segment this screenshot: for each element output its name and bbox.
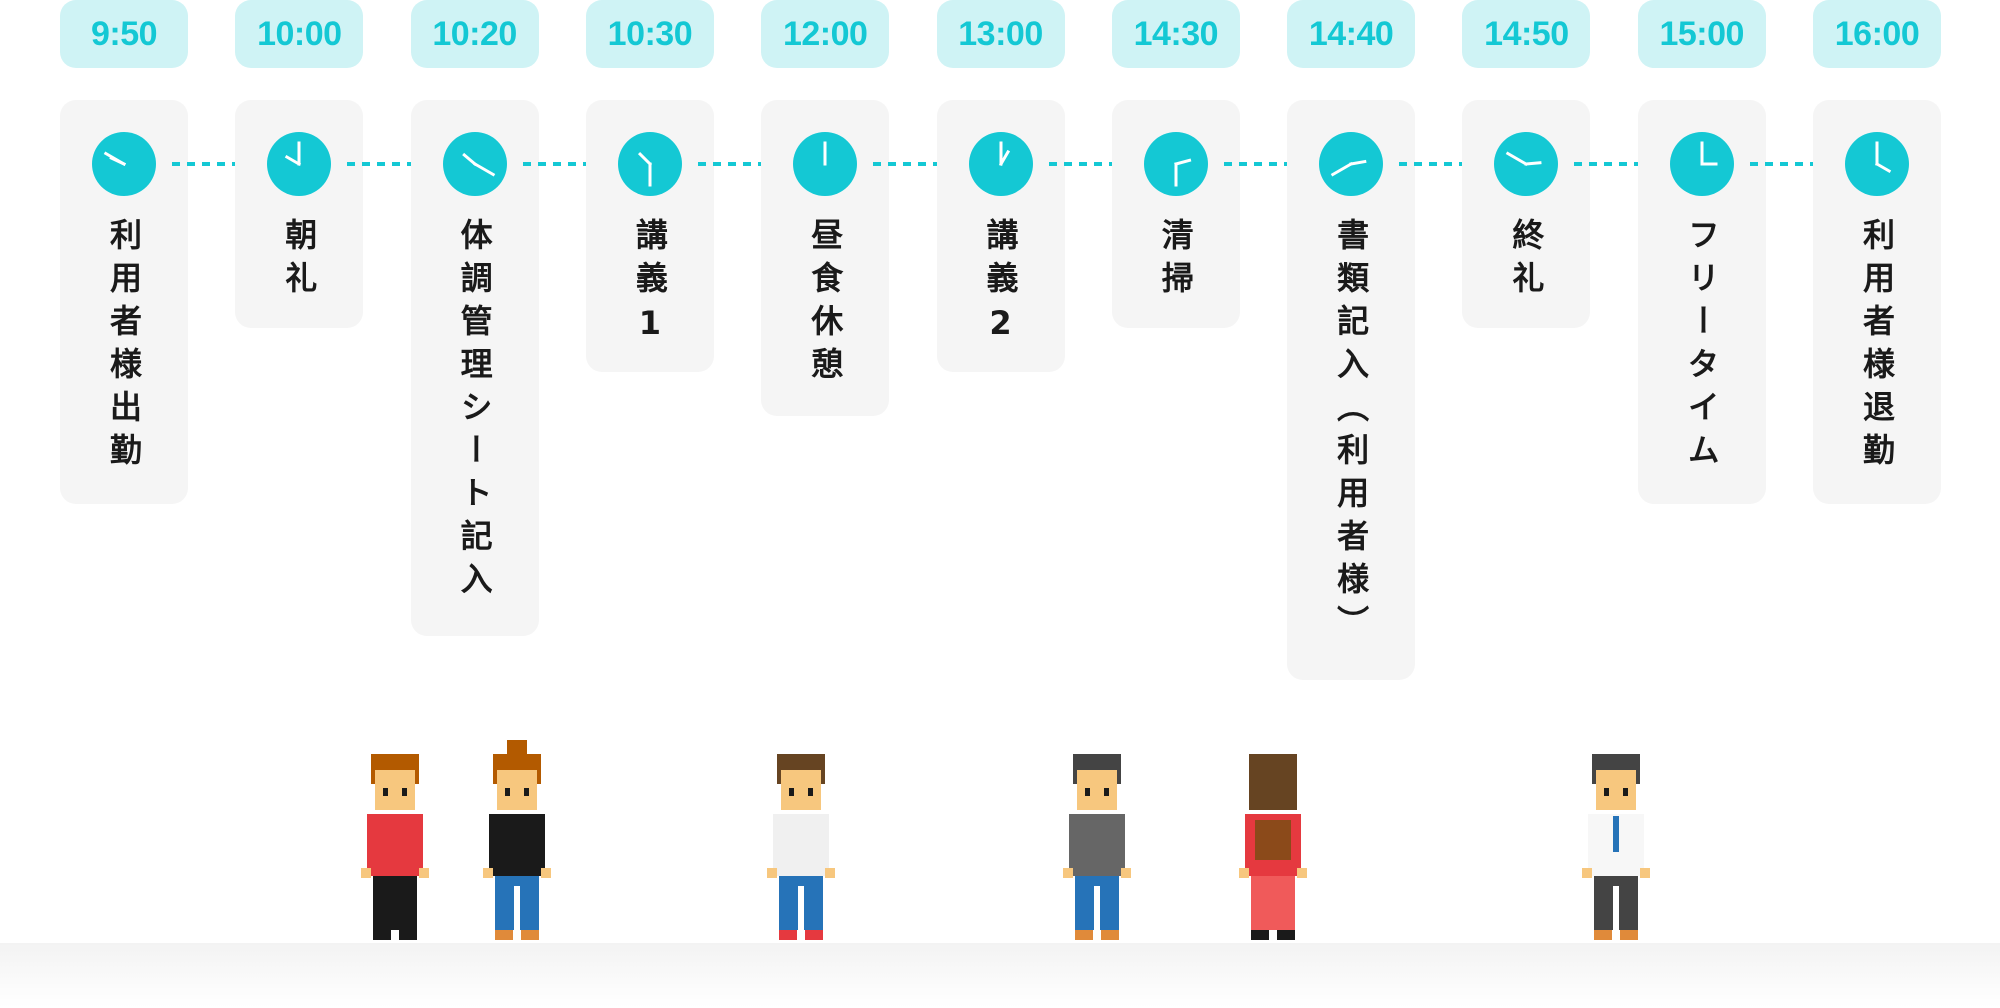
clock-icon [1845,132,1909,196]
activity-card: 利用者様退勤 [1813,100,1941,504]
time-badge: 12:00 [761,0,890,68]
clock-icon [1143,132,1208,196]
clock-icon [442,132,507,196]
activity-label: フリータイム [1682,218,1721,476]
clock-icon [968,132,1033,196]
time-badge: 14:50 [1462,0,1591,68]
bun-woman-figure [483,740,551,940]
activity-card: 講義1 [585,100,714,372]
activity-card: 講義2 [936,100,1065,372]
time-badge: 10:30 [585,0,714,68]
man-gray-shirt-figure [1063,754,1131,940]
activity-label: 朝礼 [280,218,319,304]
activity-card: 昼食休憩 [761,100,890,416]
ground [0,943,2000,1008]
walking-woman-figure [361,754,429,940]
activity-card: フリータイム [1637,100,1766,504]
activity-label: 昼食休憩 [806,218,845,390]
time-badge: 14:30 [1111,0,1240,68]
clock-icon [267,132,332,196]
clock-icon [617,132,682,196]
activity-label: 講義2 [981,218,1020,353]
hour-hand [1524,161,1542,166]
waving-girl-figure [767,754,835,940]
time-badge: 13:00 [936,0,1065,68]
activity-card: 朝礼 [235,100,364,328]
activity-label: 利用者様退勤 [1858,218,1896,476]
activity-card: 書類記入（利用者様） [1287,100,1416,680]
activity-label: 利用者様出勤 [105,218,143,476]
time-badge: 10:00 [235,0,364,68]
activity-label: 書類記入（利用者様） [1332,218,1371,648]
clock-icon [793,132,858,196]
time-badge: 9:50 [60,0,188,68]
activity-card: 終礼 [1462,100,1591,328]
activity-label: 清掃 [1156,218,1195,304]
activity-card: 体調管理シート記入 [410,100,539,636]
backpack-girl-figure [1239,754,1307,940]
activity-label: 講義1 [630,218,669,353]
time-badge: 15:00 [1637,0,1766,68]
activity-card: 清掃 [1111,100,1240,328]
activity-card: 利用者様出勤 [60,100,188,504]
clock-icon [1494,132,1559,196]
time-badge: 16:00 [1813,0,1941,68]
time-badge: 14:40 [1287,0,1416,68]
activity-label: 終礼 [1507,218,1546,304]
activity-label: 体調管理シート記入 [455,218,494,605]
clock-icon [1669,132,1734,196]
clock-icon [1319,132,1384,196]
time-badge: 10:20 [410,0,539,68]
clock-icon [92,132,156,196]
man-tie-figure [1582,754,1650,940]
